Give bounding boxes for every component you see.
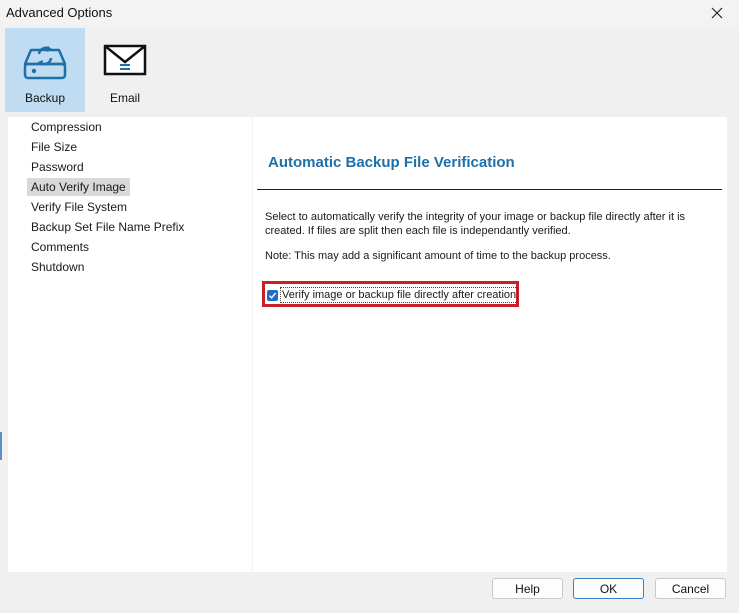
- nav-item-comments[interactable]: Comments: [27, 238, 93, 256]
- toolbar-backup[interactable]: Backup: [5, 28, 85, 112]
- window-edge-indicator: [0, 432, 2, 460]
- section-divider: [257, 189, 722, 190]
- toolbar-email[interactable]: Email: [85, 28, 165, 112]
- verify-after-creation-label[interactable]: Verify image or backup file directly aft…: [279, 287, 519, 303]
- options-content-panel: Automatic Backup File Verification Selec…: [253, 117, 727, 572]
- window-title: Advanced Options: [6, 5, 113, 20]
- section-note: Note: This may add a significant amount …: [265, 250, 611, 262]
- verify-after-creation-checkbox[interactable]: [267, 290, 278, 301]
- backup-drive-icon: [23, 46, 67, 80]
- nav-item-shutdown[interactable]: Shutdown: [27, 258, 88, 276]
- options-nav: Compression File Size Password Auto Veri…: [8, 117, 252, 572]
- nav-item-backup-set-prefix[interactable]: Backup Set File Name Prefix: [27, 218, 188, 236]
- nav-item-file-size[interactable]: File Size: [27, 138, 81, 156]
- ok-button[interactable]: OK: [573, 578, 644, 599]
- nav-item-compression[interactable]: Compression: [27, 118, 106, 136]
- envelope-icon: [103, 44, 147, 76]
- nav-item-verify-file-system[interactable]: Verify File System: [27, 198, 131, 216]
- cancel-button[interactable]: Cancel: [655, 578, 726, 599]
- section-title: Automatic Backup File Verification: [268, 154, 515, 171]
- nav-item-auto-verify-image[interactable]: Auto Verify Image: [27, 178, 130, 196]
- toolbar-backup-label: Backup: [24, 91, 66, 105]
- close-button[interactable]: [695, 0, 739, 26]
- close-icon: [711, 7, 723, 19]
- help-button[interactable]: Help: [492, 578, 563, 599]
- title-bar: Advanced Options: [0, 0, 739, 26]
- checkmark-icon: [269, 292, 277, 299]
- toolbar-email-label: Email: [109, 91, 140, 105]
- section-description: Select to automatically verify the integ…: [265, 211, 686, 237]
- category-toolbar: Backup Email: [0, 26, 739, 114]
- nav-item-password[interactable]: Password: [27, 158, 88, 176]
